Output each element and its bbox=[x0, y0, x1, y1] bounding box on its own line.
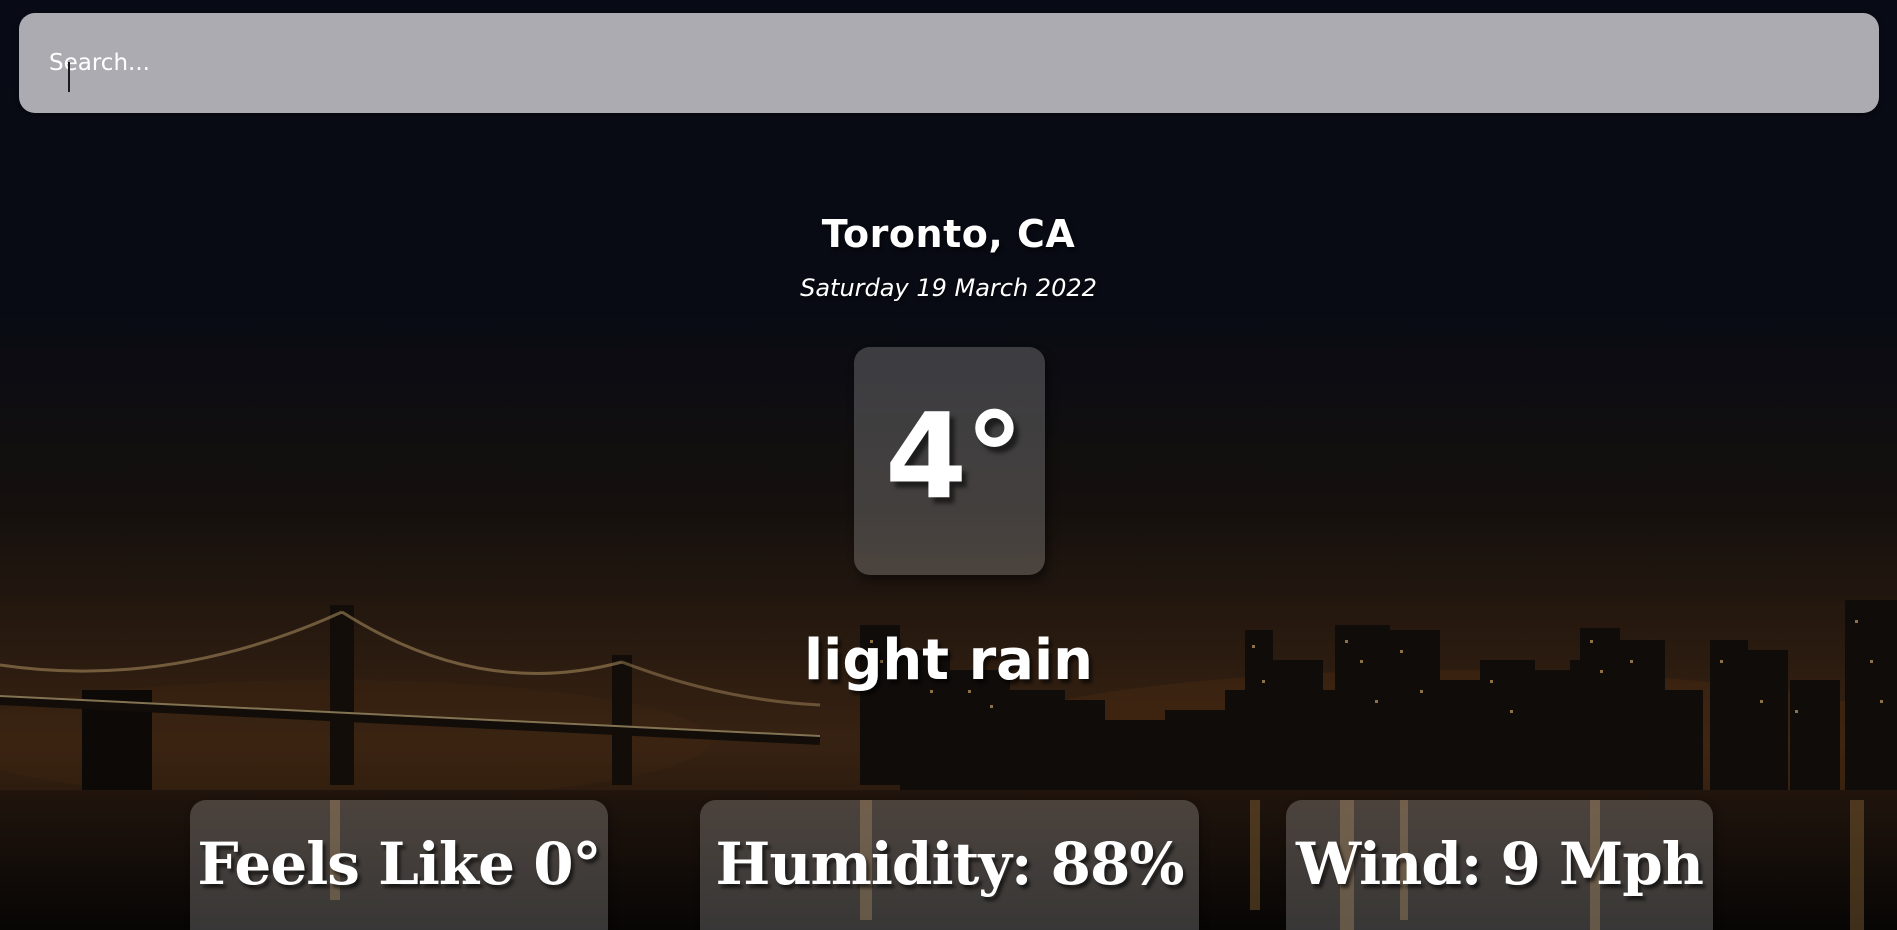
wind-card: Wind: 9 Mph bbox=[1286, 800, 1713, 930]
humidity-value: Humidity: 88% bbox=[715, 830, 1185, 898]
humidity-card: Humidity: 88% bbox=[700, 800, 1199, 930]
text-caret bbox=[68, 62, 70, 92]
temperature-card: 4° bbox=[854, 347, 1045, 575]
current-date: Saturday 19 March 2022 bbox=[800, 274, 1097, 302]
feels-like-card: Feels Like 0° bbox=[190, 800, 608, 930]
weather-condition: light rain bbox=[803, 628, 1094, 693]
feels-like-value: Feels Like 0° bbox=[197, 830, 601, 898]
search-input[interactable] bbox=[19, 13, 1879, 113]
wind-value: Wind: 9 Mph bbox=[1296, 830, 1704, 898]
location-title: Toronto, CA bbox=[821, 212, 1076, 256]
search-bar[interactable] bbox=[19, 13, 1879, 113]
temperature-value: 4° bbox=[884, 387, 1024, 525]
